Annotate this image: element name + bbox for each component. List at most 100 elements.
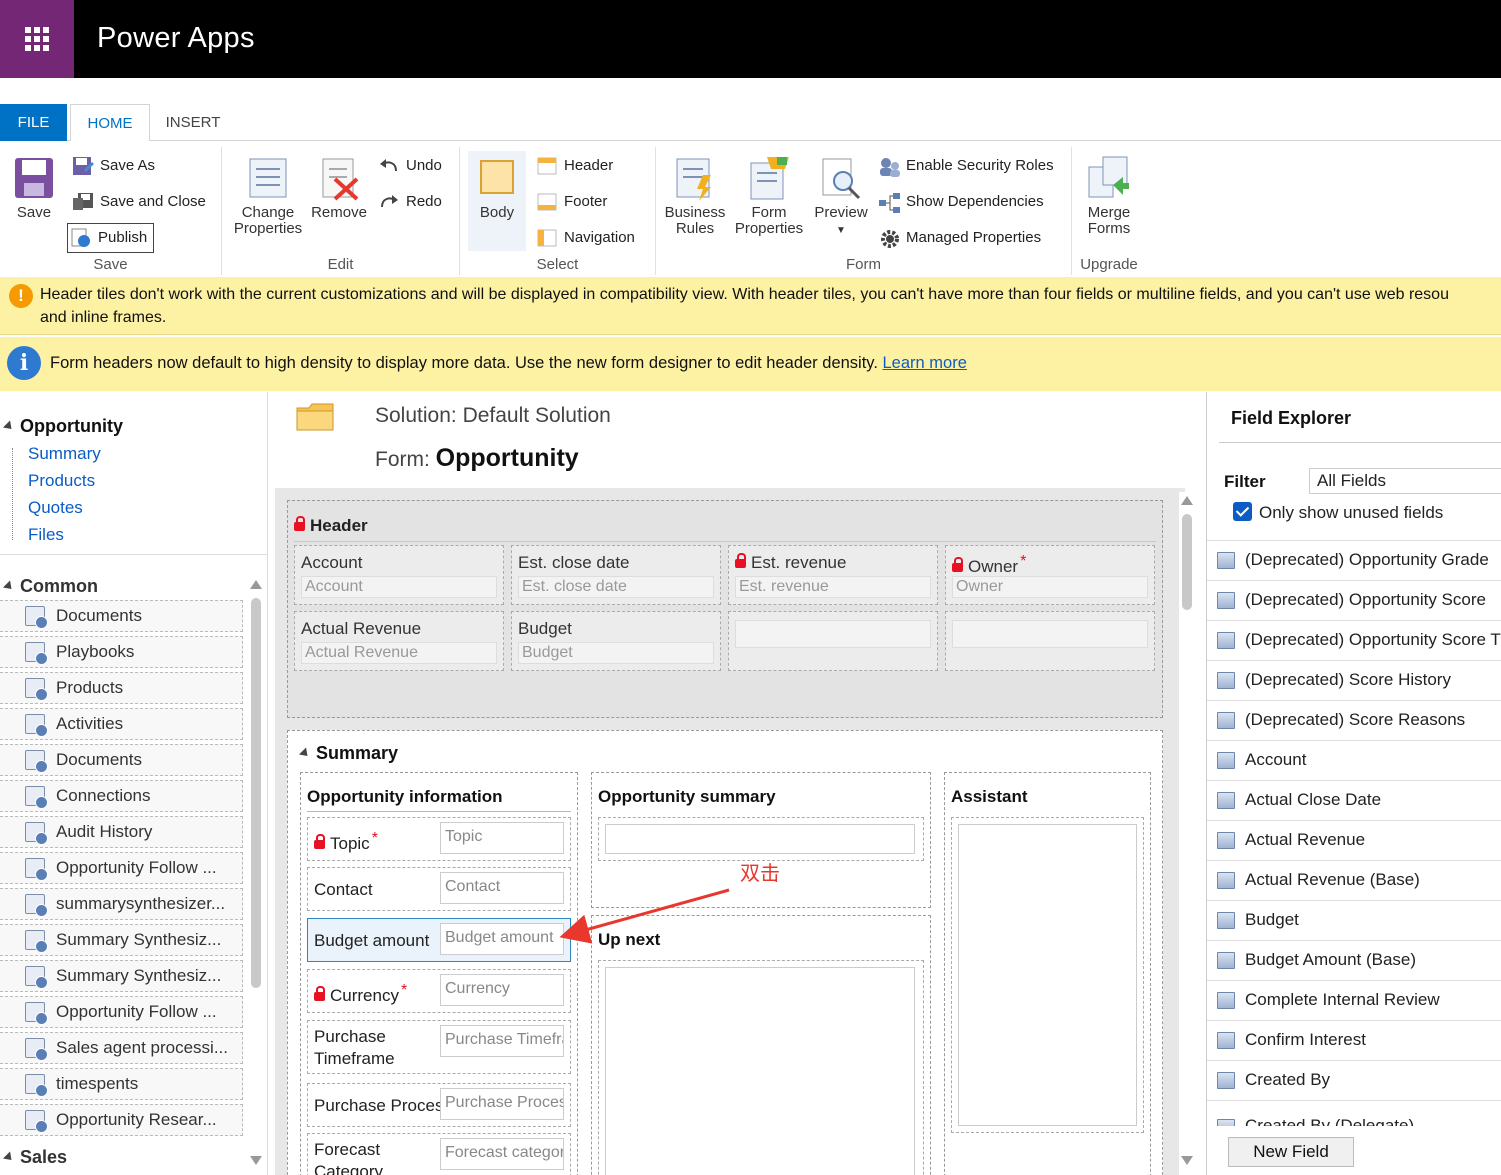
tab-insert[interactable]: INSERT — [152, 104, 234, 141]
field-list-item[interactable]: (Deprecated) Score History — [1207, 660, 1501, 700]
field-list-item[interactable]: Actual Revenue — [1207, 820, 1501, 860]
form-properties-button[interactable]: Form Properties — [730, 155, 808, 237]
field-list-item[interactable]: Created By (Delegate) — [1207, 1100, 1501, 1126]
nav-item-timespents[interactable]: timespents — [0, 1068, 243, 1100]
header-section[interactable]: Header Account Account Est. close date E… — [287, 500, 1163, 718]
tab-file[interactable]: FILE — [0, 104, 67, 141]
field-currency[interactable]: Currency * Currency — [307, 969, 571, 1013]
scroll-up-arrow-icon[interactable] — [250, 580, 262, 589]
nav-item-audit-history[interactable]: Audit History — [0, 816, 243, 848]
field-list-item[interactable]: Actual Revenue (Base) — [1207, 860, 1501, 900]
nav-link-summary[interactable]: Summary — [28, 444, 101, 464]
show-dependencies-button[interactable]: Show Dependencies — [876, 187, 1044, 217]
field-topic[interactable]: Topic * Topic — [307, 817, 571, 861]
field-list-item[interactable]: (Deprecated) Opportunity Grade — [1207, 540, 1501, 580]
enable-security-roles-button[interactable]: Enable Security Roles — [876, 151, 1054, 181]
nav-item-playbooks[interactable]: Playbooks — [0, 636, 243, 668]
nav-link-quotes[interactable]: Quotes — [28, 498, 83, 518]
remove-button[interactable]: Remove — [308, 155, 370, 221]
section-up-next[interactable]: Up next — [591, 915, 931, 1175]
field-purchase-process[interactable]: Purchase Process Purchase Process — [307, 1083, 571, 1127]
field-list-item[interactable]: Budget — [1207, 900, 1501, 940]
scroll-down-arrow-icon[interactable] — [250, 1156, 262, 1165]
nav-item-connections[interactable]: Connections — [0, 780, 243, 812]
nav-item-activities[interactable]: Activities — [0, 708, 243, 740]
section-assistant[interactable]: Assistant — [944, 772, 1151, 1175]
filter-select[interactable]: All Fields — [1309, 468, 1501, 494]
nav-item-summarysynthesizer[interactable]: summarysynthesizer... — [0, 888, 243, 920]
change-properties-button[interactable]: Change Properties — [228, 155, 308, 237]
nav-item-documents[interactable]: Documents — [0, 600, 243, 632]
header-field-label-text: Owner — [968, 557, 1019, 576]
field-list-item[interactable]: Confirm Interest — [1207, 1020, 1501, 1060]
new-field-button[interactable]: New Field — [1228, 1137, 1354, 1167]
nav-item-opportunity-research[interactable]: Opportunity Resear... — [0, 1104, 243, 1136]
header-field-account[interactable]: Account Account — [294, 545, 504, 605]
save-and-close-button[interactable]: Save and Close — [70, 187, 206, 217]
field-list-item[interactable]: (Deprecated) Opportunity Score Tre — [1207, 620, 1501, 660]
nav-link-products[interactable]: Products — [28, 471, 95, 491]
body-button[interactable]: Body — [468, 151, 526, 251]
header-field-actual-revenue[interactable]: Actual Revenue Actual Revenue — [294, 611, 504, 671]
section-opportunity-information[interactable]: Opportunity information Topic * Topic Con… — [300, 772, 578, 1175]
scrollbar-thumb[interactable] — [251, 598, 261, 988]
nav-section-sales[interactable]: Sales — [2, 1147, 67, 1168]
entity-icon — [25, 930, 48, 953]
header-button[interactable]: Header — [534, 151, 613, 181]
app-launcher-button[interactable] — [0, 0, 74, 78]
field-purchase-timeframe[interactable]: Purchase Timeframe Purchase Timefra — [307, 1020, 571, 1074]
save-as-button[interactable]: Save As — [70, 151, 155, 181]
nav-item-products[interactable]: Products — [0, 672, 243, 704]
redo-button[interactable]: Redo — [376, 187, 442, 217]
navigation-button[interactable]: Navigation — [534, 223, 635, 253]
header-field-empty-slot[interactable] — [728, 611, 938, 671]
nav-item-opportunity-follow[interactable]: Opportunity Follow ... — [0, 852, 243, 884]
field-list-item[interactable]: Created By — [1207, 1060, 1501, 1100]
header-field-est-revenue[interactable]: Est. revenue Est. revenue — [728, 545, 938, 605]
nav-link-files[interactable]: Files — [28, 525, 64, 545]
publish-button[interactable]: Publish — [67, 223, 155, 253]
field-forecast-category[interactable]: Forecast Category Forecast categor — [307, 1133, 571, 1175]
only-unused-checkbox[interactable] — [1233, 502, 1252, 521]
nav-item-summary-synthesiz-2[interactable]: Summary Synthesiz... — [0, 960, 243, 992]
footer-button[interactable]: Footer — [534, 187, 607, 217]
field-contact[interactable]: Contact Contact — [307, 867, 571, 911]
undo-button[interactable]: Undo — [376, 151, 442, 181]
preview-button[interactable]: Preview ▼ — [808, 155, 874, 239]
nav-item-opportunity-follow-2[interactable]: Opportunity Follow ... — [0, 996, 243, 1028]
header-field-empty-slot[interactable] — [945, 611, 1155, 671]
field-list-item[interactable]: Budget Amount (Base) — [1207, 940, 1501, 980]
nav-section-common[interactable]: Common — [2, 576, 98, 597]
field-list-item[interactable]: (Deprecated) Score Reasons — [1207, 700, 1501, 740]
managed-properties-button[interactable]: Managed Properties — [876, 223, 1041, 253]
left-nav-scrollbar[interactable] — [248, 576, 264, 1175]
up-next-control[interactable] — [598, 960, 924, 1175]
field-name: Actual Revenue — [1245, 830, 1366, 849]
header-field-budget[interactable]: Budget Budget — [511, 611, 721, 671]
learn-more-link[interactable]: Learn more — [883, 354, 967, 372]
opportunity-summary-field[interactable] — [598, 817, 924, 861]
nav-entity-opportunity[interactable]: Opportunity — [2, 416, 123, 437]
field-list-item[interactable]: (Deprecated) Opportunity Score — [1207, 580, 1501, 620]
field-list-item[interactable]: Actual Close Date — [1207, 780, 1501, 820]
summary-tab[interactable]: Summary Opportunity information Topic * T… — [287, 730, 1163, 1175]
nav-item-summary-synthesiz-1[interactable]: Summary Synthesiz... — [0, 924, 243, 956]
header-field-est-close-date[interactable]: Est. close date Est. close date — [511, 545, 721, 605]
header-field-label: Budget — [518, 619, 572, 638]
scrollbar-thumb[interactable] — [1182, 514, 1192, 610]
merge-forms-button[interactable]: Merge Forms — [1076, 155, 1142, 237]
field-budget-amount[interactable]: Budget amount Budget amount — [307, 918, 571, 962]
field-list-item[interactable]: Account — [1207, 740, 1501, 780]
business-rules-button[interactable]: Business Rules — [662, 155, 728, 237]
nav-item-documents-2[interactable]: Documents — [0, 744, 243, 776]
save-button[interactable]: Save — [8, 155, 60, 221]
scroll-down-arrow-icon[interactable] — [1181, 1156, 1193, 1165]
field-list-item[interactable]: Complete Internal Review — [1207, 980, 1501, 1020]
tab-home[interactable]: HOME — [70, 104, 150, 142]
scroll-up-arrow-icon[interactable] — [1181, 496, 1193, 505]
header-field-owner[interactable]: Owner * Owner — [945, 545, 1155, 605]
assistant-control[interactable] — [951, 817, 1144, 1133]
form-canvas: Header Account Account Est. close date E… — [275, 488, 1185, 1175]
nav-item-sales-agent[interactable]: Sales agent processi... — [0, 1032, 243, 1064]
form-scrollbar[interactable] — [1179, 492, 1195, 1175]
